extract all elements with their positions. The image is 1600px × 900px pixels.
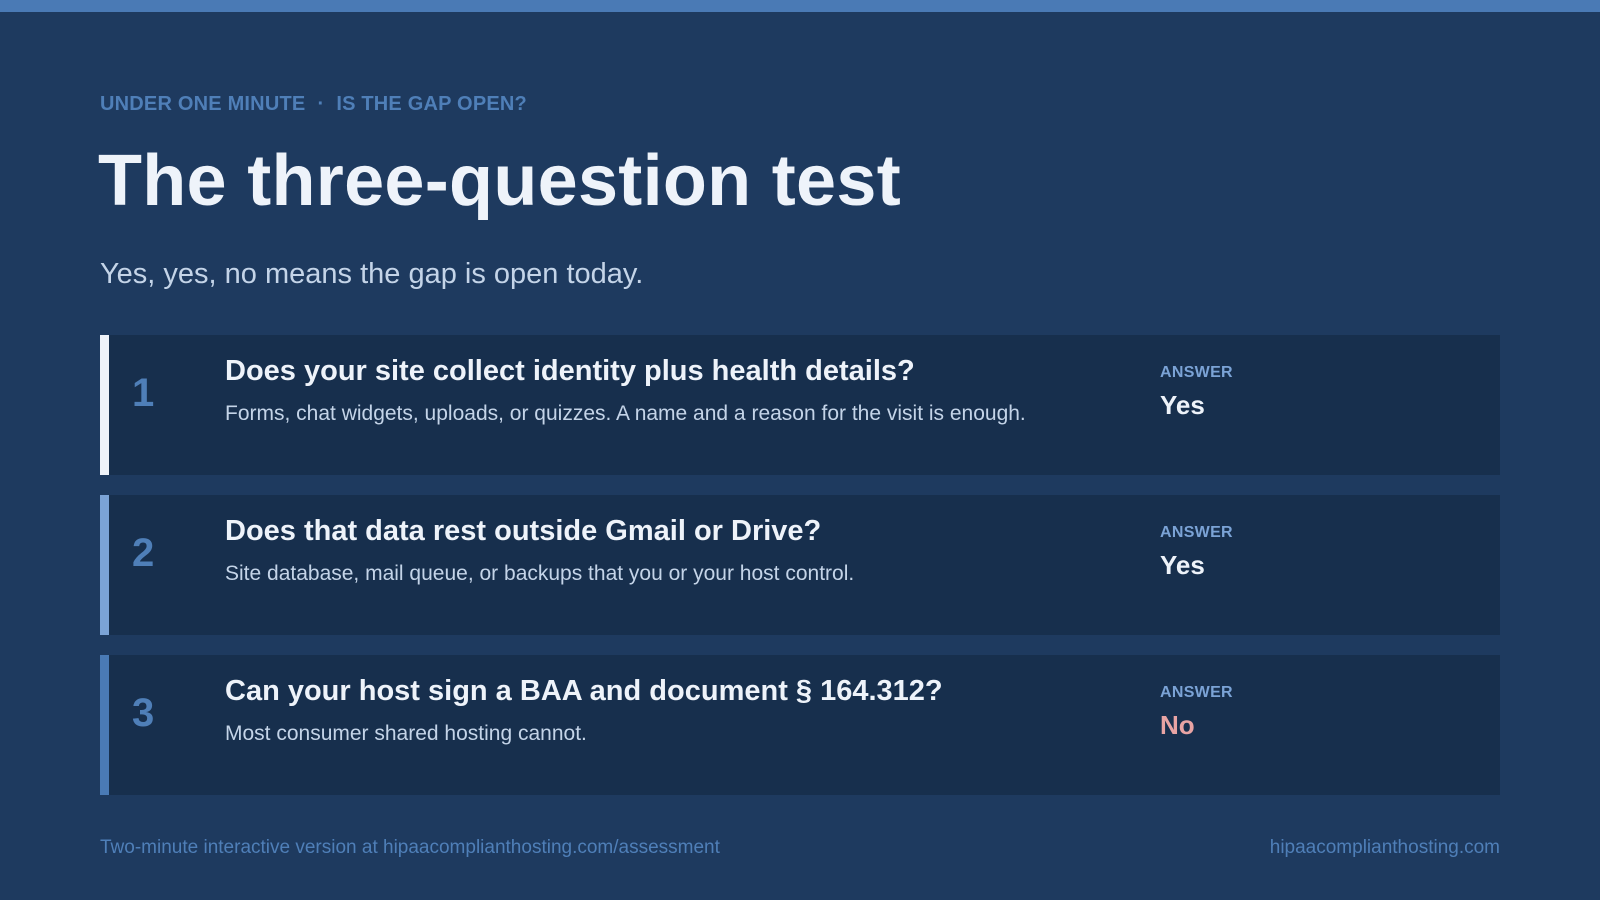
- question-list: 1 Does your site collect identity plus h…: [100, 335, 1500, 815]
- question-detail: Site database, mail queue, or backups th…: [225, 562, 855, 585]
- footer-assessment-link[interactable]: Two-minute interactive version at hipaac…: [100, 837, 720, 859]
- question-card-3: 3 Can your host sign a BAA and document …: [100, 655, 1500, 795]
- page-title: The three-question test: [98, 141, 901, 221]
- question-text: Does your site collect identity plus hea…: [225, 355, 915, 387]
- kicker-separator: ·: [317, 93, 325, 115]
- answer-value: No: [1160, 710, 1195, 740]
- question-number: 3: [132, 691, 155, 735]
- footer-site-link[interactable]: hipaacomplianthosting.com: [1270, 837, 1500, 859]
- question-number: 2: [132, 531, 155, 575]
- question-text: Can your host sign a BAA and document § …: [225, 675, 943, 707]
- question-text: Does that data rest outside Gmail or Dri…: [225, 515, 822, 547]
- answer-label: ANSWER: [1160, 684, 1233, 701]
- kicker-left: UNDER ONE MINUTE: [100, 93, 306, 115]
- question-card-1: 1 Does your site collect identity plus h…: [100, 335, 1500, 475]
- slide: UNDER ONE MINUTE · IS THE GAP OPEN? The th…: [0, 0, 1600, 900]
- top-accent-bar: [0, 0, 1600, 12]
- question-detail: Most consumer shared hosting cannot.: [225, 722, 587, 745]
- page-subtitle: Yes, yes, no means the gap is open today…: [100, 258, 644, 290]
- question-card-2: 2 Does that data rest outside Gmail or D…: [100, 495, 1500, 635]
- question-number: 1: [132, 371, 155, 415]
- answer-value: Yes: [1160, 550, 1205, 580]
- answer-label: ANSWER: [1160, 364, 1233, 381]
- answer-value: Yes: [1160, 390, 1205, 420]
- kicker: UNDER ONE MINUTE · IS THE GAP OPEN?: [100, 93, 527, 116]
- question-detail: Forms, chat widgets, uploads, or quizzes…: [225, 402, 1026, 425]
- answer-label: ANSWER: [1160, 524, 1233, 541]
- kicker-right: IS THE GAP OPEN?: [336, 93, 527, 115]
